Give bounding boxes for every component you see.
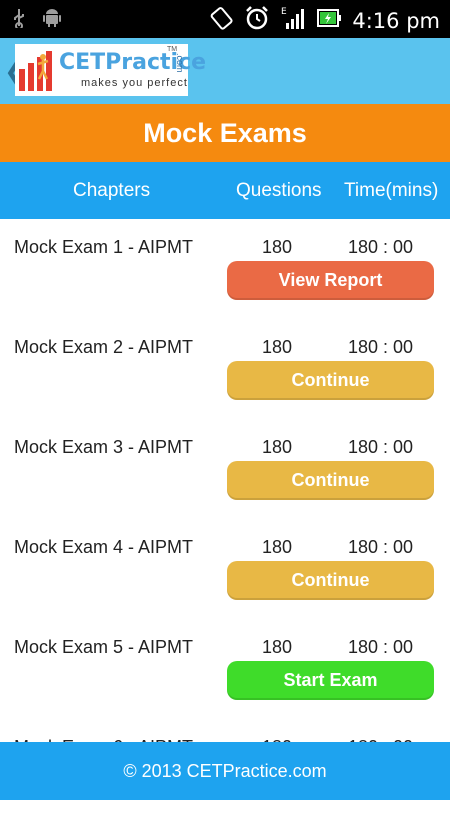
exam-questions: 180 <box>262 537 293 557</box>
logo-trademark: TM <box>167 46 178 53</box>
android-icon <box>42 8 62 33</box>
logo-graph-icon <box>19 51 52 91</box>
exam-questions: 180 <box>262 237 293 257</box>
list-item: Mock Exam 5 - AIPMT 180 180 : 00 Start E… <box>0 619 450 720</box>
list-item: Mock Exam 3 - AIPMT 180 180 : 00 Continu… <box>0 419 450 520</box>
exam-time: 180 : 00 <box>348 637 414 657</box>
table-header: Chapters Questions Time(mins) <box>0 162 450 219</box>
column-header-time: Time(mins) <box>344 180 439 201</box>
exam-name: Mock Exam 1 - AIPMT <box>14 237 194 257</box>
status-bar: E 4:16 pm <box>0 0 450 38</box>
exam-name: Mock Exam 3 - AIPMT <box>14 437 194 457</box>
logo-domain: .com <box>175 53 185 73</box>
signal-icon: E <box>280 5 306 36</box>
exam-name: Mock Exam 2 - AIPMT <box>14 337 194 357</box>
exam-time: 180 : 00 <box>348 537 414 557</box>
column-header-chapters: Chapters <box>73 180 151 201</box>
list-item: Mock Exam 4 - AIPMT 180 180 : 00 Continu… <box>0 519 450 620</box>
exam-questions: 180 <box>262 337 293 357</box>
usb-icon <box>12 8 26 33</box>
rotation-icon <box>210 5 234 36</box>
alarm-icon <box>244 5 270 36</box>
footer-copyright: © 2013 CETPractice.com <box>0 742 450 800</box>
exam-questions: 180 <box>262 637 293 657</box>
exam-time: 180 : 00 <box>348 237 414 257</box>
exam-questions: 180 <box>262 437 293 457</box>
svg-text:E: E <box>281 7 287 17</box>
list-item: Mock Exam 2 - AIPMT 180 180 : 00 Continu… <box>0 319 450 420</box>
list-item: Mock Exam 1 - AIPMT 180 180 : 00 View Re… <box>0 219 450 320</box>
exam-time: 180 : 00 <box>348 337 414 357</box>
exam-name: Mock Exam 5 - AIPMT <box>14 637 194 657</box>
exam-name: Mock Exam 4 - AIPMT <box>14 537 194 557</box>
continue-button[interactable]: Continue <box>227 361 434 400</box>
exam-time: 180 : 00 <box>348 437 414 457</box>
view-report-button[interactable]: View Report <box>227 261 434 300</box>
continue-button[interactable]: Continue <box>227 461 434 500</box>
start-exam-button[interactable]: Start Exam <box>227 661 434 700</box>
logo-tagline: makes you perfect <box>81 77 188 89</box>
battery-icon <box>316 7 342 34</box>
continue-button[interactable]: Continue <box>227 561 434 600</box>
column-header-questions: Questions <box>236 180 322 201</box>
page-title: Mock Exams <box>0 104 450 162</box>
app-logo[interactable]: CETPractice TM .com makes you perfect <box>15 44 206 96</box>
clock-time: 4:16 pm <box>352 8 440 33</box>
